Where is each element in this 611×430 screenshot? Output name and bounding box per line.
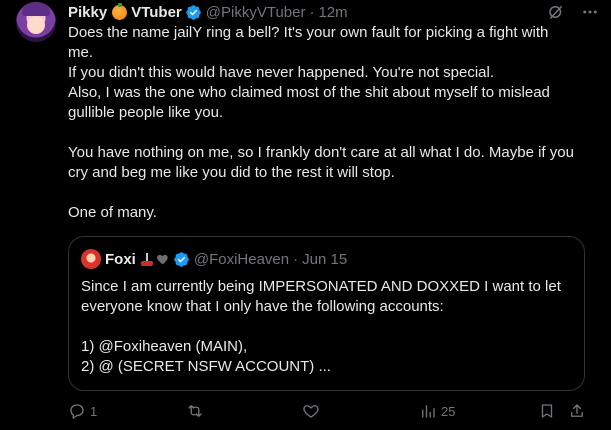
orange-emoji-icon [112, 2, 128, 20]
tweet-line: me. [68, 44, 94, 61]
like-icon [303, 405, 319, 418]
display-name-suffix[interactable]: VTuber [131, 4, 182, 21]
timestamp[interactable]: 12m [318, 4, 347, 21]
separator-dot: · [293, 250, 299, 268]
tweet-line: If you didn't this would have never happ… [68, 64, 495, 81]
paragraph-break [68, 123, 598, 143]
avatar-face [27, 16, 45, 34]
share-icon [571, 404, 583, 417]
bookmark-icon [541, 404, 553, 418]
grok-icon[interactable] [547, 3, 565, 21]
tweet-header: Pikky VTuber @PikkyVTuber · 12m [68, 2, 348, 21]
handle[interactable]: @PikkyVTuber [206, 4, 306, 21]
tweet-line: One of many. [68, 204, 157, 221]
retweet-icon [188, 405, 202, 417]
quoted-tweet-text: Since I am currently being IMPERSONATED … [81, 277, 576, 377]
reply-count: 1 [90, 403, 98, 419]
views-icon [422, 405, 435, 418]
share-button[interactable] [568, 402, 586, 420]
black-heart-icon [156, 254, 168, 265]
top-right-icons [547, 3, 599, 21]
tweet-line: Does the name jailY ring a bell? It's yo… [68, 24, 549, 41]
tweet-text: Does the name jailY ring a bell? It's yo… [68, 23, 598, 223]
tweet-line: cry and beg me like you did to the rest … [68, 164, 395, 181]
retweet-button[interactable] [186, 402, 204, 420]
quoted-line: 1) @Foxiheaven (MAIN), [81, 338, 248, 355]
views-button[interactable]: 25 [419, 402, 455, 420]
quoted-tweet[interactable]: Foxi @FoxiHeaven · Jun 15 Since I am cur… [68, 236, 585, 391]
quoted-line: Since I am currently being IMPERSONATED … [81, 278, 561, 295]
avatar[interactable] [16, 2, 56, 42]
quoted-name-emojis [140, 252, 170, 266]
more-icon[interactable] [581, 3, 599, 21]
quoted-tweet-header: Foxi @FoxiHeaven · Jun 15 [81, 249, 347, 269]
quoted-display-name[interactable]: Foxi [105, 251, 136, 268]
views-count: 25 [441, 403, 456, 419]
reply-icon [70, 404, 84, 419]
paragraph-break [68, 183, 598, 203]
quoted-line: 2) @ (SECRET NSFW ACCOUNT) ... [81, 358, 331, 375]
bookmark-button[interactable] [538, 402, 556, 420]
quoted-date[interactable]: Jun 15 [302, 251, 347, 268]
joystick-icon [140, 252, 154, 266]
quoted-line: everyone know that I only have the follo… [81, 298, 444, 315]
verified-badge-icon [174, 251, 189, 267]
avatar-hat [22, 2, 50, 16]
tweet[interactable]: Pikky VTuber @PikkyVTuber · 12m Does the… [0, 0, 611, 430]
tweet-line: Also, I was the one who claimed most of … [68, 84, 550, 101]
like-button[interactable] [302, 402, 320, 420]
separator-dot: · [309, 3, 315, 21]
quoted-avatar[interactable] [81, 249, 101, 269]
quoted-handle[interactable]: @FoxiHeaven [194, 251, 289, 268]
verified-badge-icon [186, 4, 201, 20]
action-bar: 1 25 [68, 402, 598, 422]
display-name[interactable]: Pikky [68, 4, 107, 21]
tweet-line: You have nothing on me, so I frankly don… [68, 144, 574, 161]
tweet-line: gullible people like you. [68, 104, 224, 121]
reply-button[interactable]: 1 [68, 402, 97, 420]
paragraph-break [81, 317, 576, 337]
